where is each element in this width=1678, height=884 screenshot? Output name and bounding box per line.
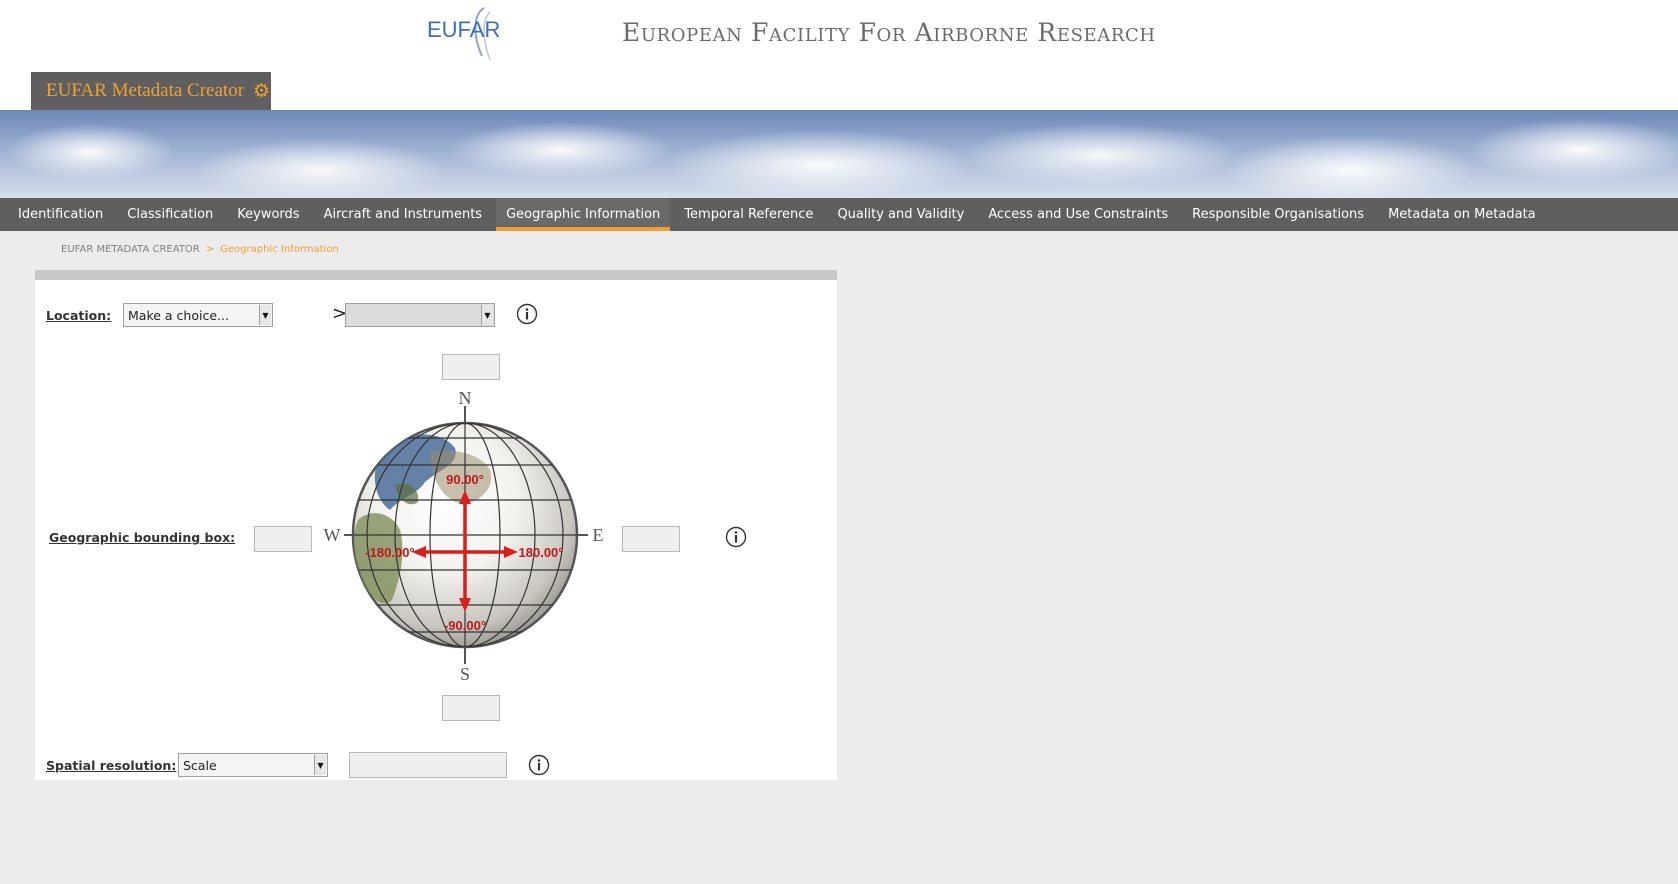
page-header: EUFAR European Facility For Airborne Res… [0,0,1678,110]
info-icon[interactable] [725,526,747,548]
breadcrumb-current: Geographic Information [220,244,339,255]
compass-east: E [593,525,604,545]
bbox-east-input[interactable] [622,526,680,552]
geographic-form-panel: Location: Make a choice... ▼ >> ▼ Geogra… [35,270,837,780]
location-label: Location: [46,308,112,323]
compass-north: N [459,390,472,408]
sky-banner [0,110,1678,198]
spatial-resolution-input[interactable] [349,752,507,778]
tab-metadata-on-metadata[interactable]: Metadata on Metadata [1378,198,1546,231]
location-select-value: Make a choice... [128,307,229,323]
info-icon[interactable] [516,303,538,325]
breadcrumb-root[interactable]: EUFAR METADATA CREATOR [61,244,200,255]
breadcrumb: EUFAR METADATA CREATOR > Geographic Inform… [61,244,339,255]
spatial-resolution-select[interactable]: Scale ▼ [178,753,328,777]
north-limit-label: 90.00° [446,472,484,487]
gear-icon: ⚙ [253,80,271,102]
chevron-down-icon: ▼ [314,755,326,775]
location-sub-select[interactable]: ▼ [345,303,495,327]
east-limit-label: 180.00° [519,545,564,560]
compass-west: W [324,525,341,545]
tab-aircraft-and-instruments[interactable]: Aircraft and Instruments [314,198,493,231]
bbox-west-input[interactable] [254,526,312,552]
eufar-logo: EUFAR [427,7,500,61]
svg-text:EUFAR: EUFAR [427,17,500,42]
chevron-down-icon: ▼ [259,305,271,325]
spatial-resolution-label: Spatial resolution: [46,758,177,773]
tab-temporal-reference[interactable]: Temporal Reference [674,198,823,231]
bbox-label: Geographic bounding box: [49,530,236,545]
breadcrumb-separator: > [205,244,215,255]
globe-illustration: 90.00° -90.00° -180.00° 180.00° N S W E [324,390,604,680]
tab-geographic-information[interactable]: Geographic Information [496,198,671,231]
app-title: EUFAR Metadata Creator [46,80,245,101]
tab-identification[interactable]: Identification [8,198,113,231]
south-limit-label: -90.00° [444,618,486,633]
tab-responsible-organisations[interactable]: Responsible Organisations [1182,198,1374,231]
location-select[interactable]: Make a choice... ▼ [123,303,273,327]
tab-keywords[interactable]: Keywords [227,198,309,231]
tab-quality-and-validity[interactable]: Quality and Validity [827,198,974,231]
tab-access-and-use-constraints[interactable]: Access and Use Constraints [978,198,1178,231]
chevron-down-icon: ▼ [481,305,493,325]
bbox-north-input[interactable] [442,354,500,380]
compass-south: S [460,664,470,680]
tab-classification[interactable]: Classification [117,198,223,231]
bbox-south-input[interactable] [442,695,500,721]
site-title: European Facility For Airborne Research [622,18,1156,47]
spatial-resolution-select-value: Scale [183,757,217,773]
info-icon[interactable] [528,754,550,776]
app-title-tab[interactable]: EUFAR Metadata Creator ⚙ [31,72,271,110]
main-nav: Identification Classification Keywords A… [0,198,1678,231]
west-limit-label: -180.00° [365,545,414,560]
